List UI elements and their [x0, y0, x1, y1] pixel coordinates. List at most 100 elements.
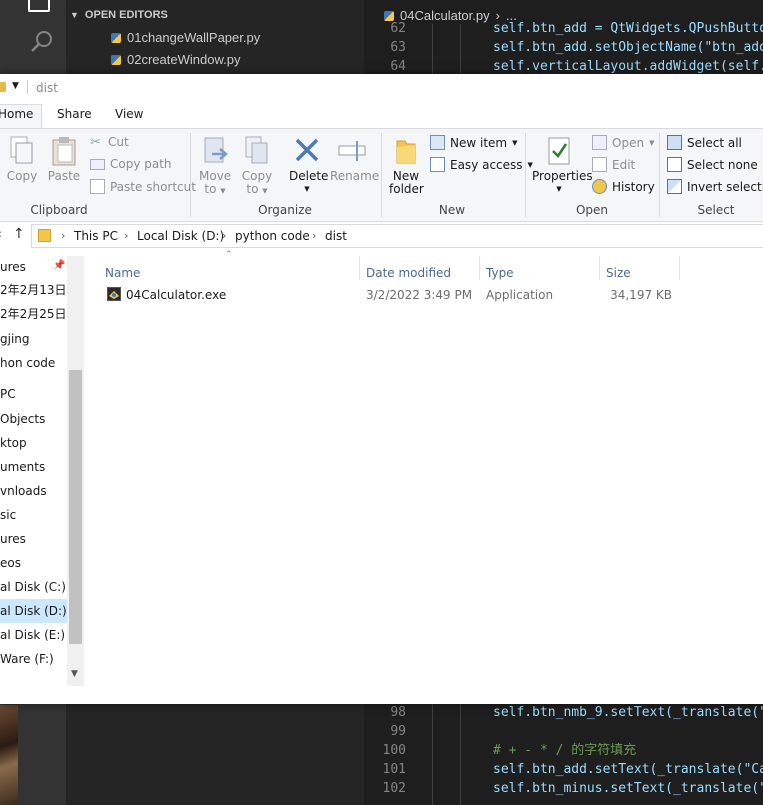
history-button[interactable]: History: [592, 179, 655, 194]
code-line: 101 self.btn_add.setText(_translate("Ca: [382, 762, 763, 777]
nav-item-local-disk-c[interactable]: al Disk (C:): [0, 576, 66, 598]
select-all-icon: [667, 135, 682, 150]
group-select: Select: [697, 203, 735, 217]
group-separator: [381, 133, 382, 217]
nav-item-videos[interactable]: eos: [0, 552, 66, 574]
invert-selection-icon: [667, 179, 682, 194]
breadcrumb-chevron-icon: ›: [61, 229, 66, 242]
column-divider[interactable]: [479, 256, 480, 280]
file-size: 34,197 KB: [610, 288, 672, 302]
group-clipboard: Clipboard: [30, 203, 88, 217]
paste-shortcut-button[interactable]: Paste shortcut: [90, 179, 196, 194]
select-all-button[interactable]: Select all: [667, 135, 742, 150]
edit-button[interactable]: Edit: [592, 157, 635, 172]
move-to-button[interactable]: Move to ▼: [199, 135, 231, 198]
edit-icon: [592, 157, 607, 172]
column-divider[interactable]: [679, 256, 680, 280]
scissors-icon: ✂: [90, 134, 101, 150]
file-explorer-window: ▼ dist Home Share View Copy Paste ✂ Cut C…: [0, 74, 763, 704]
sort-up-icon: ⌃: [225, 250, 233, 260]
column-name[interactable]: Name: [105, 266, 140, 280]
move-to-icon: [204, 137, 228, 163]
up-arrow-icon[interactable]: ↑: [13, 226, 25, 242]
tab-share[interactable]: Share: [57, 107, 92, 121]
select-none-button[interactable]: Select none: [667, 157, 758, 172]
nav-scrollbar-thumb[interactable]: [69, 370, 82, 644]
title-bar[interactable]: ▼ dist: [0, 74, 763, 103]
pin-icon: 📌: [53, 260, 66, 271]
quick-access-dropdown-icon[interactable]: ▼: [12, 81, 19, 91]
copy-button[interactable]: Copy: [6, 135, 38, 183]
group-separator: [659, 133, 660, 217]
rename-button[interactable]: Rename: [330, 135, 379, 183]
group-open: Open: [575, 203, 609, 217]
nav-item-this-pc[interactable]: PC: [0, 383, 66, 405]
paste-button[interactable]: Paste: [47, 135, 81, 183]
open-editors-header[interactable]: ▼ OPEN EDITORS: [70, 9, 168, 21]
file-name[interactable]: 04Calculator.exe: [126, 288, 226, 302]
open-icon: [592, 135, 607, 150]
window-title: dist: [36, 81, 58, 95]
nav-item-vmware-f[interactable]: Ware (F:): [0, 648, 66, 670]
dropdown-arrow-icon: ▼: [649, 138, 655, 147]
file-type: Application: [486, 288, 554, 302]
breadcrumb-python-code[interactable]: python code: [235, 229, 310, 243]
tab-view[interactable]: View: [115, 107, 143, 121]
address-bar[interactable]: › This PC › Local Disk (D:) › python cod…: [31, 224, 763, 248]
new-folder-button[interactable]: New folder: [389, 135, 424, 196]
application-exe-icon: [107, 287, 121, 301]
nav-item-local-disk-e[interactable]: al Disk (E:): [0, 624, 66, 646]
back-arrow-icon[interactable]: ‹: [0, 227, 2, 242]
nav-item-desktop[interactable]: ktop: [0, 432, 66, 454]
properties-button[interactable]: Properties ▼: [532, 135, 593, 196]
dropdown-arrow-icon: ▼: [220, 187, 226, 195]
title-separator: [27, 80, 28, 94]
copy-to-button[interactable]: Copy to ▼: [241, 135, 273, 198]
column-type[interactable]: Type: [486, 266, 514, 280]
breadcrumb-local-disk-d[interactable]: Local Disk (D:): [137, 229, 224, 243]
code-line: 62 self.btn_add = QtWidgets.QPushButto: [390, 21, 763, 36]
copy-path-button[interactable]: Copy path: [90, 157, 172, 171]
nav-item[interactable]: 2年2月25日: [0, 303, 66, 325]
nav-item[interactable]: gjing: [0, 328, 66, 350]
column-divider[interactable]: [359, 256, 360, 280]
nav-item-pictures[interactable]: ures: [0, 528, 66, 550]
invert-selection-button[interactable]: Invert selection: [667, 179, 763, 194]
breadcrumb-this-pc[interactable]: This PC: [74, 229, 118, 243]
new-folder-icon: [396, 140, 416, 164]
nav-item[interactable]: hon code: [0, 352, 66, 374]
nav-item[interactable]: 2年2月13日: [0, 279, 66, 301]
copy-to-icon: [245, 136, 268, 164]
open-button[interactable]: Open ▼: [592, 135, 654, 150]
rename-icon: [338, 141, 366, 161]
dropdown-arrow-icon: ▼: [262, 187, 268, 195]
search-icon[interactable]: [29, 29, 55, 55]
code-line: 100 # + - * / 的字符填充: [382, 743, 637, 758]
nav-item-3d-objects[interactable]: Objects: [0, 408, 66, 430]
open-editor-item[interactable]: 01changeWallPaper.py: [111, 30, 260, 45]
breadcrumb-chevron-icon: ›: [124, 229, 129, 242]
dropdown-arrow-icon: ▼: [304, 185, 310, 193]
nav-item-local-disk-d[interactable]: al Disk (D:): [0, 600, 66, 622]
copy-path-icon: [90, 158, 105, 170]
column-size[interactable]: Size: [606, 266, 631, 280]
group-separator: [525, 133, 526, 217]
code-line: 99: [390, 724, 406, 739]
nav-item-music[interactable]: sic: [0, 504, 66, 526]
new-item-button[interactable]: New item ▼: [430, 135, 518, 150]
explorer-icon[interactable]: [28, 0, 50, 12]
cut-button[interactable]: ✂ Cut: [90, 135, 129, 149]
column-date-modified[interactable]: Date modified: [366, 266, 451, 280]
delete-x-icon: [295, 138, 319, 162]
address-row: ‹ ↑ › This PC › Local Disk (D:) › python…: [0, 224, 763, 248]
nav-item-downloads[interactable]: vnloads: [0, 480, 66, 502]
scroll-down-icon[interactable]: ▼: [71, 669, 78, 679]
tab-home-label[interactable]: Home: [0, 107, 33, 121]
column-divider[interactable]: [599, 256, 600, 280]
delete-button[interactable]: Delete ▼: [289, 135, 328, 196]
breadcrumb-dist[interactable]: dist: [325, 229, 347, 243]
code-line: 98 self.btn_nmb_9.setText(_translate(": [390, 705, 763, 720]
nav-item-documents[interactable]: uments: [0, 456, 66, 478]
easy-access-button[interactable]: Easy access ▼: [430, 157, 533, 172]
open-editor-item[interactable]: 02createWindow.py: [111, 52, 240, 67]
